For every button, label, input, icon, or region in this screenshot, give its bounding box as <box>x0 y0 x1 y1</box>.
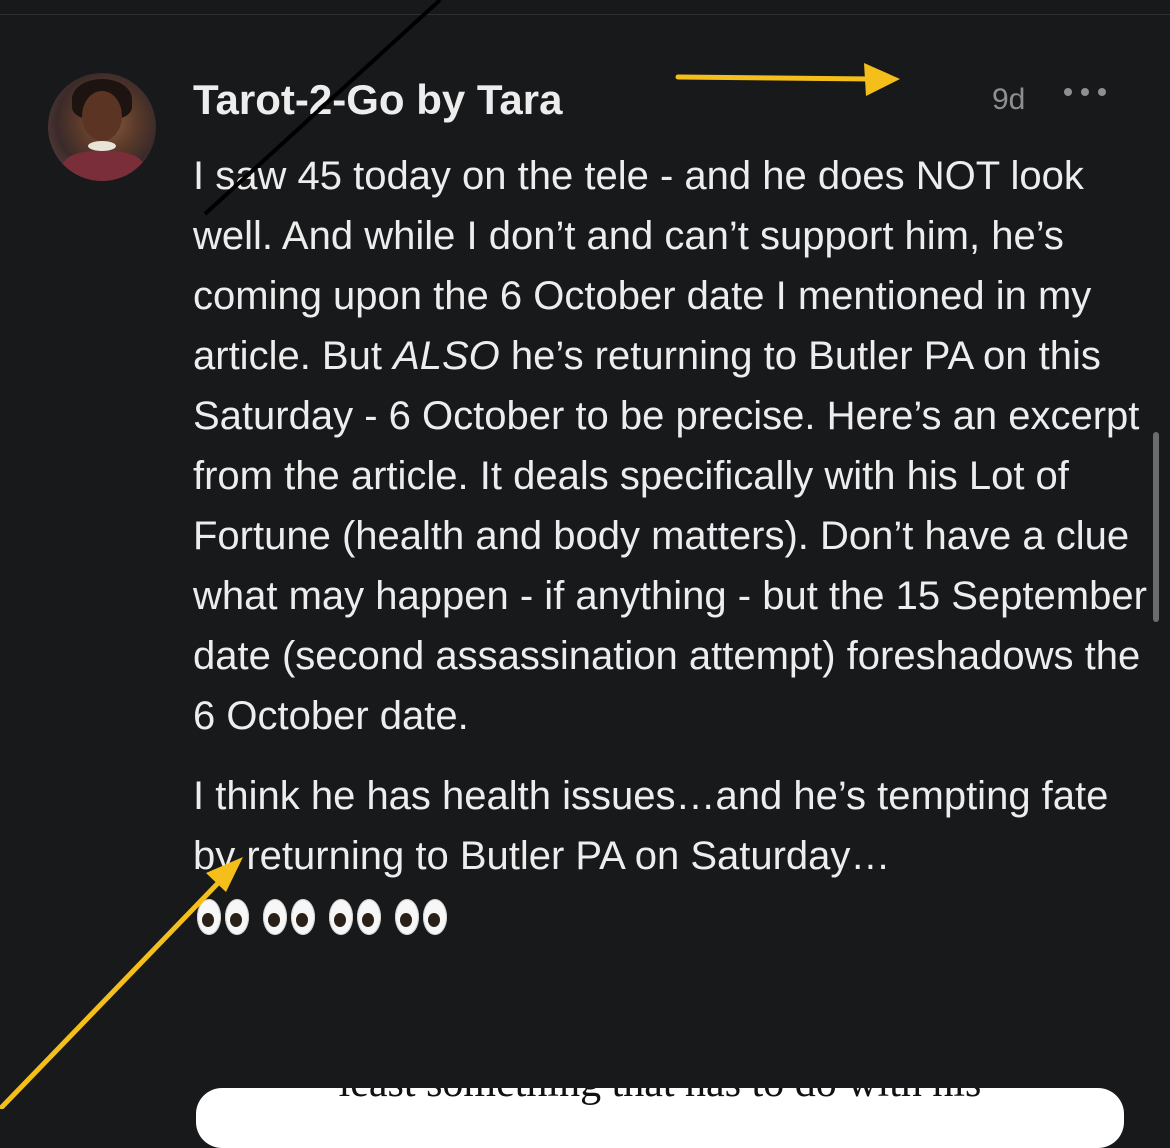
author-avatar[interactable] <box>48 73 156 181</box>
scrollbar[interactable] <box>1153 432 1159 622</box>
avatar-necklace <box>88 141 116 151</box>
excerpt-card[interactable]: least something that has to do with his <box>196 1088 1124 1148</box>
eyes-emoji <box>197 892 253 952</box>
eyes-emoji <box>263 892 319 952</box>
ellipsis-dot <box>1081 88 1089 96</box>
avatar-face <box>82 91 122 141</box>
excerpt-card-text: least something that has to do with his <box>196 1088 1124 1108</box>
top-divider <box>0 14 1170 15</box>
eye-icon <box>329 899 353 935</box>
paragraph-text: I think he has health issues…and he’s te… <box>193 774 1109 878</box>
eye-icon <box>395 899 419 935</box>
eye-icon <box>423 899 447 935</box>
eye-icon <box>225 899 249 935</box>
ellipsis-dot <box>1098 88 1106 96</box>
eye-icon <box>357 899 381 935</box>
eye-icon <box>291 899 315 935</box>
ellipsis-dot <box>1064 88 1072 96</box>
avatar-clothing <box>62 151 144 181</box>
eyes-emoji-group <box>197 892 461 952</box>
eyes-emoji <box>329 892 385 952</box>
ellipsis-icon[interactable] <box>1064 88 1106 96</box>
comment-paragraph-2: I think he has health issues…and he’s te… <box>193 766 1153 952</box>
eyes-emoji <box>395 892 451 952</box>
emphasis-text: ALSO <box>393 334 500 378</box>
comment-timestamp: 9d <box>992 83 1026 116</box>
yellow-arrow-right <box>675 63 900 96</box>
eye-icon <box>197 899 221 935</box>
author-name[interactable]: Tarot-2-Go by Tara <box>193 78 563 122</box>
paragraph-text: he’s returning to Butler PA on this Satu… <box>193 334 1147 738</box>
comment-body: I saw 45 today on the tele - and he does… <box>193 146 1153 952</box>
comment-paragraph-1: I saw 45 today on the tele - and he does… <box>193 146 1153 746</box>
eye-icon <box>263 899 287 935</box>
